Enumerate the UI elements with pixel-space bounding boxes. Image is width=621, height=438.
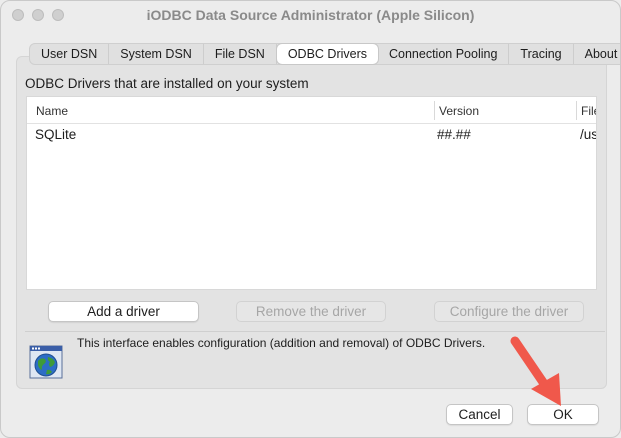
add-driver-button[interactable]: Add a driver xyxy=(48,301,199,322)
info-text: This interface enables configuration (ad… xyxy=(77,336,486,350)
column-header-version[interactable]: Version xyxy=(439,104,479,118)
table-header: Name Version File xyxy=(27,97,596,124)
tab-tracing[interactable]: Tracing xyxy=(509,44,574,64)
tab-file-dsn[interactable]: File DSN xyxy=(204,44,277,64)
tab-bar: User DSN System DSN File DSN ODBC Driver… xyxy=(29,43,620,65)
driver-file-cell: /us xyxy=(580,127,597,142)
tab-about[interactable]: About xyxy=(574,44,620,64)
column-divider[interactable] xyxy=(576,101,577,120)
window-title: iODBC Data Source Administrator (Apple S… xyxy=(146,7,475,23)
column-divider[interactable] xyxy=(434,101,435,120)
column-header-name[interactable]: Name xyxy=(36,104,68,118)
configure-driver-button[interactable]: Configure the driver xyxy=(434,301,584,322)
tab-connection-pooling[interactable]: Connection Pooling xyxy=(378,44,510,64)
driver-version-cell: ##.## xyxy=(437,127,471,142)
table-row[interactable]: SQLite ##.## /us xyxy=(27,124,596,146)
remove-driver-button[interactable]: Remove the driver xyxy=(236,301,386,322)
drivers-section-label: ODBC Drivers that are installed on your … xyxy=(25,76,309,91)
title-bar: iODBC Data Source Administrator (Apple S… xyxy=(1,1,620,31)
globe-window-icon xyxy=(29,345,63,379)
annotation-arrow-icon xyxy=(510,336,561,406)
tab-odbc-drivers[interactable]: ODBC Drivers xyxy=(276,44,378,64)
odbc-administrator-window: iODBC Data Source Administrator (Apple S… xyxy=(0,0,621,438)
tab-user-dsn[interactable]: User DSN xyxy=(30,44,110,64)
tab-system-dsn[interactable]: System DSN xyxy=(109,44,204,64)
column-header-file[interactable]: File xyxy=(581,104,596,118)
drivers-table[interactable]: Name Version File SQLite ##.## /us xyxy=(26,96,597,290)
driver-name-cell: SQLite xyxy=(35,127,77,142)
